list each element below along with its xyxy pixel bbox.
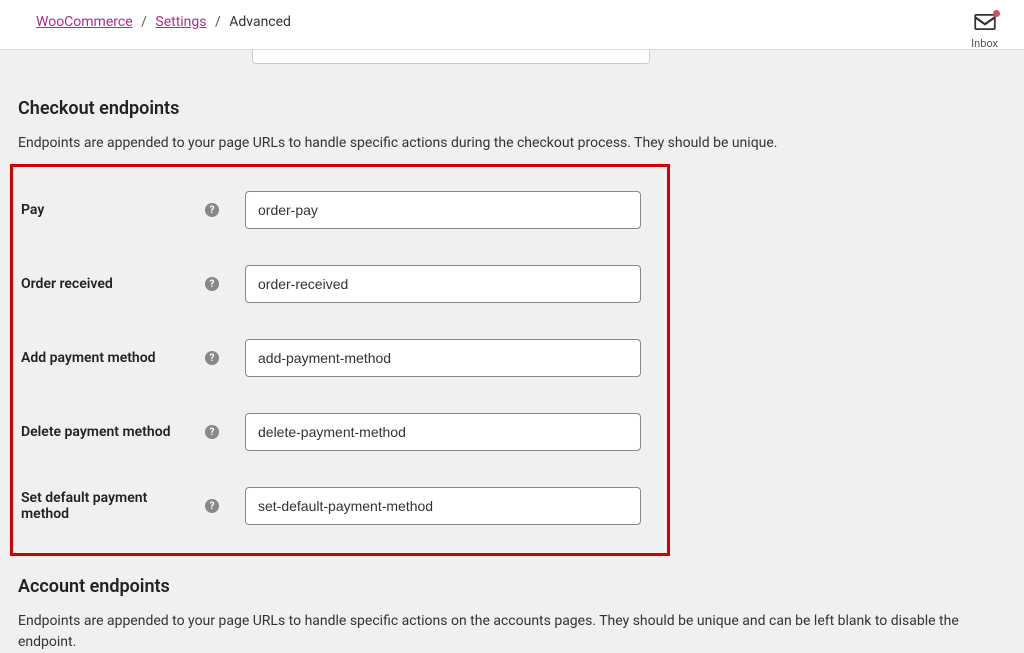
checkout-endpoints-heading: Checkout endpoints (18, 98, 1006, 119)
add-payment-label: Add payment method ? (21, 350, 229, 366)
set-default-payment-label: Set default payment method ? (21, 490, 229, 522)
field-row-add-payment: Add payment method ? (13, 321, 667, 395)
account-endpoints-heading: Account endpoints (18, 576, 1006, 597)
help-icon[interactable]: ? (205, 425, 219, 439)
help-icon[interactable]: ? (205, 351, 219, 365)
delete-payment-input[interactable] (245, 413, 641, 451)
label-text: Pay (21, 202, 44, 218)
pay-label: Pay ? (21, 202, 229, 218)
delete-payment-label: Delete payment method ? (21, 424, 229, 440)
breadcrumb-root-link[interactable]: WooCommerce (36, 14, 133, 30)
label-text: Set default payment method (21, 490, 197, 522)
prior-field-remnant (252, 50, 650, 64)
checkout-endpoints-desc: Endpoints are appended to your page URLs… (18, 133, 1006, 154)
field-row-set-default-payment: Set default payment method ? (13, 469, 667, 543)
highlighted-section: Pay ? Order received ? Add payment metho… (10, 164, 670, 556)
breadcrumb-current: Advanced (229, 14, 291, 30)
label-text: Order received (21, 276, 113, 292)
account-endpoints-desc: Endpoints are appended to your page URLs… (18, 611, 1006, 653)
breadcrumb: WooCommerce / Settings / Advanced (36, 14, 291, 30)
help-icon[interactable]: ? (205, 203, 219, 217)
breadcrumb-sep: / (141, 14, 147, 30)
notification-dot (993, 10, 1000, 17)
field-row-order-received: Order received ? (13, 247, 667, 321)
help-icon[interactable]: ? (205, 277, 219, 291)
label-text: Delete payment method (21, 424, 171, 440)
add-payment-input[interactable] (245, 339, 641, 377)
top-bar: WooCommerce / Settings / Advanced Inbox (0, 0, 1024, 50)
breadcrumb-settings-link[interactable]: Settings (155, 14, 206, 30)
pay-input[interactable] (245, 191, 641, 229)
order-received-label: Order received ? (21, 276, 229, 292)
order-received-input[interactable] (245, 265, 641, 303)
page-content: Checkout endpoints Endpoints are appende… (0, 50, 1024, 653)
label-text: Add payment method (21, 350, 156, 366)
field-row-pay: Pay ? (13, 173, 667, 247)
breadcrumb-sep: / (215, 14, 221, 30)
help-icon[interactable]: ? (205, 499, 219, 513)
inbox-icon (974, 14, 996, 30)
inbox-button[interactable]: Inbox (971, 14, 1004, 50)
field-row-delete-payment: Delete payment method ? (13, 395, 667, 469)
inbox-label: Inbox (971, 37, 998, 50)
set-default-payment-input[interactable] (245, 487, 641, 525)
